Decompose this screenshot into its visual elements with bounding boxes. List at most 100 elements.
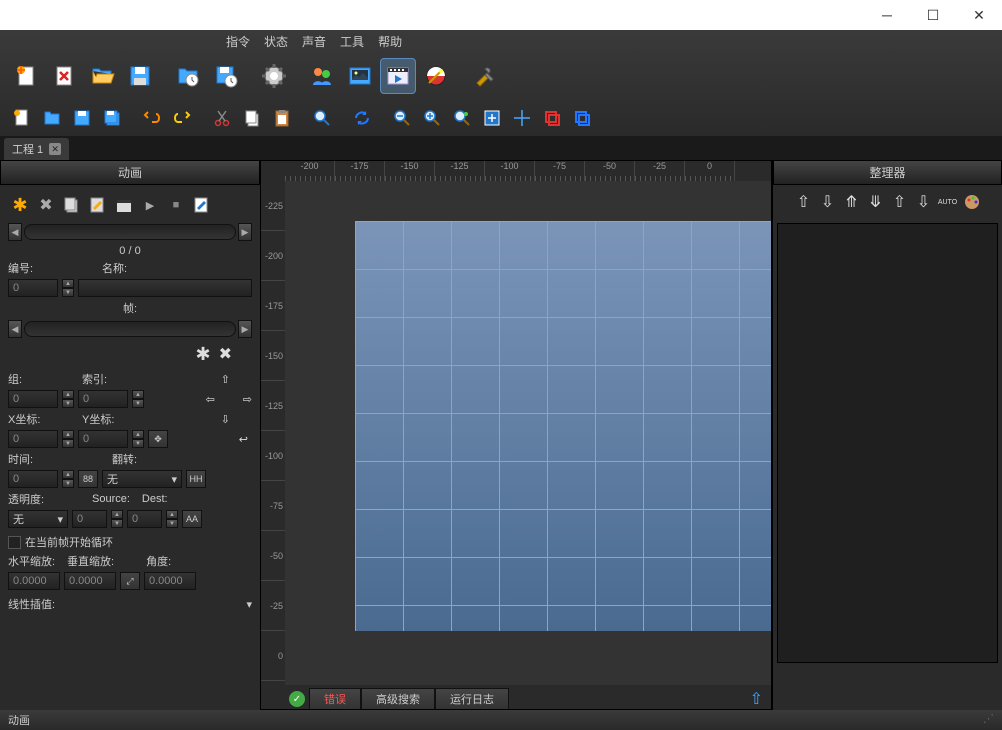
folder-icon[interactable] bbox=[38, 104, 66, 132]
zoom-icon[interactable] bbox=[308, 104, 336, 132]
loop-checkbox[interactable] bbox=[8, 536, 21, 549]
save-small-icon[interactable] bbox=[68, 104, 96, 132]
maximize-button[interactable]: ☐ bbox=[910, 0, 956, 30]
x2-icon[interactable]: ✖ bbox=[219, 344, 232, 365]
index-input[interactable] bbox=[78, 390, 128, 408]
spin-down-icon[interactable]: ▼ bbox=[62, 288, 74, 297]
cut-icon[interactable] bbox=[208, 104, 236, 132]
new-doc-icon[interactable] bbox=[8, 104, 36, 132]
open-folder-icon[interactable] bbox=[84, 58, 120, 94]
save-icon[interactable] bbox=[122, 58, 158, 94]
spin-up-icon[interactable]: ▲ bbox=[62, 279, 74, 288]
org-down-icon[interactable]: ⇩ bbox=[817, 191, 839, 213]
tab-log[interactable]: 运行日志 bbox=[435, 688, 509, 710]
hscale-input[interactable] bbox=[8, 572, 60, 590]
org-bottom-icon[interactable]: ⇩ bbox=[913, 191, 935, 213]
flip-combo[interactable]: 无▾ bbox=[102, 470, 182, 488]
canvas-viewport[interactable] bbox=[285, 181, 771, 685]
write-icon[interactable] bbox=[190, 193, 214, 217]
new-file-icon[interactable] bbox=[8, 58, 44, 94]
org-top-icon[interactable]: ⇧ bbox=[889, 191, 911, 213]
save-all-icon[interactable] bbox=[98, 104, 126, 132]
zoom-in-icon[interactable] bbox=[418, 104, 446, 132]
xcoord-input[interactable] bbox=[8, 430, 58, 448]
arrow-down-icon[interactable]: ⇩ bbox=[221, 413, 230, 426]
org-up10-icon[interactable]: ⤊ bbox=[841, 191, 863, 213]
copy-small-icon[interactable] bbox=[60, 193, 84, 217]
menu-state[interactable]: 状态 bbox=[258, 31, 294, 52]
clapper-icon[interactable] bbox=[112, 193, 136, 217]
org-down10-icon[interactable]: ⤋ bbox=[865, 191, 887, 213]
menu-tools[interactable]: 工具 bbox=[334, 31, 370, 52]
users-icon[interactable] bbox=[304, 58, 340, 94]
ycoord-input[interactable] bbox=[78, 430, 128, 448]
group-input[interactable] bbox=[8, 390, 58, 408]
frame-left-icon[interactable]: ◀ bbox=[8, 320, 22, 338]
spark2-icon[interactable]: ✱ bbox=[196, 344, 211, 365]
source-input[interactable] bbox=[72, 510, 107, 528]
aa-icon[interactable]: AA bbox=[182, 510, 202, 528]
name-input[interactable] bbox=[78, 279, 252, 297]
frame-right-icon[interactable]: ▶ bbox=[238, 320, 252, 338]
tab-search[interactable]: 高级搜索 bbox=[361, 688, 435, 710]
magic-wand-icon[interactable] bbox=[418, 58, 454, 94]
zoom-actual-icon[interactable] bbox=[478, 104, 506, 132]
play-icon[interactable]: ▶ bbox=[138, 193, 162, 217]
zoom-out-icon[interactable] bbox=[388, 104, 416, 132]
stop-icon[interactable]: ■ bbox=[164, 193, 188, 217]
menu-sound[interactable]: 声音 bbox=[296, 31, 332, 52]
chevron-down-icon[interactable]: ▾ bbox=[246, 598, 252, 611]
scroll-up-icon[interactable]: ⇧ bbox=[750, 689, 763, 709]
blue-box-icon[interactable] bbox=[568, 104, 596, 132]
org-auto-icon[interactable]: AUTO bbox=[937, 191, 959, 213]
check-icon[interactable]: ✓ bbox=[289, 691, 305, 707]
time-input[interactable] bbox=[8, 470, 58, 488]
zoom-fit-icon[interactable] bbox=[448, 104, 476, 132]
arrow-left-icon[interactable]: ⇦ bbox=[206, 393, 215, 406]
angle-input[interactable] bbox=[144, 572, 196, 590]
arrow-up-icon[interactable]: ⇧ bbox=[221, 373, 230, 386]
close-button[interactable]: ✕ bbox=[956, 0, 1002, 30]
vscale-input[interactable] bbox=[64, 572, 116, 590]
project-tab[interactable]: 工程 1 ✕ bbox=[4, 138, 69, 160]
crosshair-icon[interactable] bbox=[508, 104, 536, 132]
menu-instruction[interactable]: 指令 bbox=[220, 31, 256, 52]
move-icon[interactable]: ✥ bbox=[148, 430, 168, 448]
dest-input[interactable] bbox=[127, 510, 162, 528]
edit-icon[interactable] bbox=[86, 193, 110, 217]
animation-slider[interactable]: ◀ ▶ bbox=[8, 223, 252, 241]
tab-close-icon[interactable]: ✕ bbox=[49, 143, 61, 155]
palette-icon[interactable] bbox=[961, 191, 983, 213]
flip-hh-icon[interactable]: HH bbox=[186, 470, 206, 488]
redo-icon[interactable] bbox=[168, 104, 196, 132]
organizer-list[interactable] bbox=[777, 223, 998, 663]
opacity-combo[interactable]: 无▾ bbox=[8, 510, 68, 528]
settings-icon[interactable] bbox=[256, 58, 292, 94]
minimize-button[interactable]: ─ bbox=[864, 0, 910, 30]
video-icon[interactable] bbox=[380, 58, 416, 94]
number-input[interactable] bbox=[8, 279, 58, 297]
back-arrow-icon[interactable]: ↩ bbox=[239, 433, 248, 446]
undo-icon[interactable] bbox=[138, 104, 166, 132]
delete-file-icon[interactable] bbox=[46, 58, 82, 94]
red-box-icon[interactable] bbox=[538, 104, 566, 132]
tools-icon[interactable] bbox=[466, 58, 502, 94]
scale-icon[interactable]: ⤢ bbox=[120, 572, 140, 590]
slider-left-icon[interactable]: ◀ bbox=[8, 223, 22, 241]
arrow-right-icon[interactable]: ⇨ bbox=[243, 393, 252, 406]
spark-icon[interactable]: ✱ bbox=[8, 193, 32, 217]
org-up-icon[interactable]: ⇧ bbox=[793, 191, 815, 213]
copy-icon[interactable] bbox=[238, 104, 266, 132]
refresh-icon[interactable] bbox=[348, 104, 376, 132]
time-mode-icon[interactable]: 88 bbox=[78, 470, 98, 488]
tab-errors[interactable]: 错误 bbox=[309, 688, 361, 710]
paste-icon[interactable] bbox=[268, 104, 296, 132]
resize-grip-icon[interactable]: ⋰ bbox=[983, 712, 994, 728]
slider-right-icon[interactable]: ▶ bbox=[238, 223, 252, 241]
image-icon[interactable] bbox=[342, 58, 378, 94]
x-icon[interactable]: ✖ bbox=[34, 193, 58, 217]
frame-slider[interactable]: ◀ ▶ bbox=[8, 320, 252, 338]
menu-help[interactable]: 帮助 bbox=[372, 31, 408, 52]
save-time-icon[interactable] bbox=[208, 58, 244, 94]
recent-folder-icon[interactable] bbox=[170, 58, 206, 94]
